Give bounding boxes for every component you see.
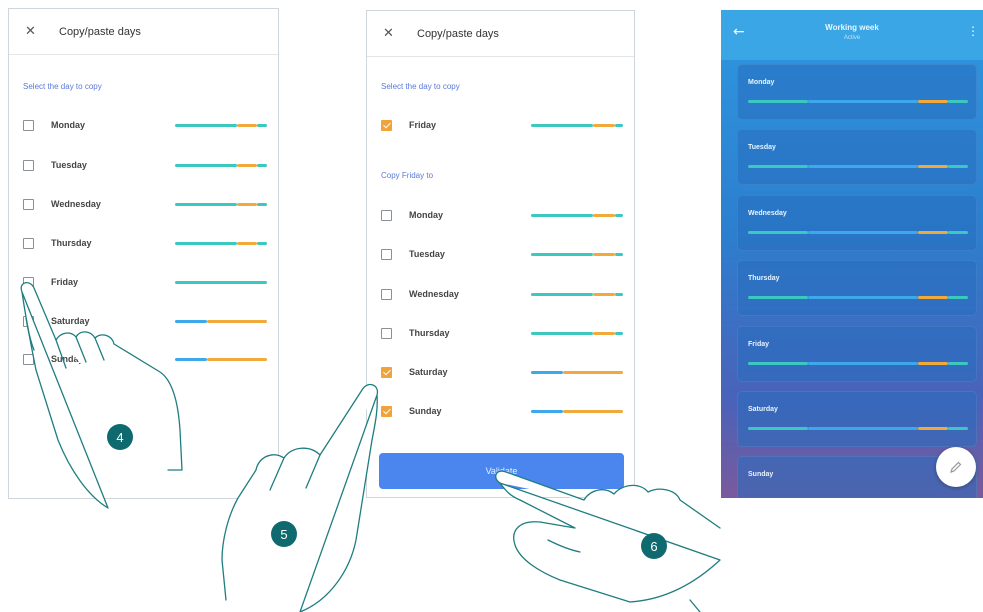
hand-illustrations	[20, 282, 721, 612]
step-badge-6: 6	[641, 533, 667, 559]
pointing-hand-icon	[495, 470, 721, 612]
pointing-hand-icon	[20, 282, 183, 509]
step-badge-4: 4	[107, 424, 133, 450]
screenshot-stage: ✕ Copy/paste days Select the day to copy…	[0, 0, 983, 612]
pointing-hand-icon	[221, 383, 379, 612]
step-badge-5: 5	[271, 521, 297, 547]
